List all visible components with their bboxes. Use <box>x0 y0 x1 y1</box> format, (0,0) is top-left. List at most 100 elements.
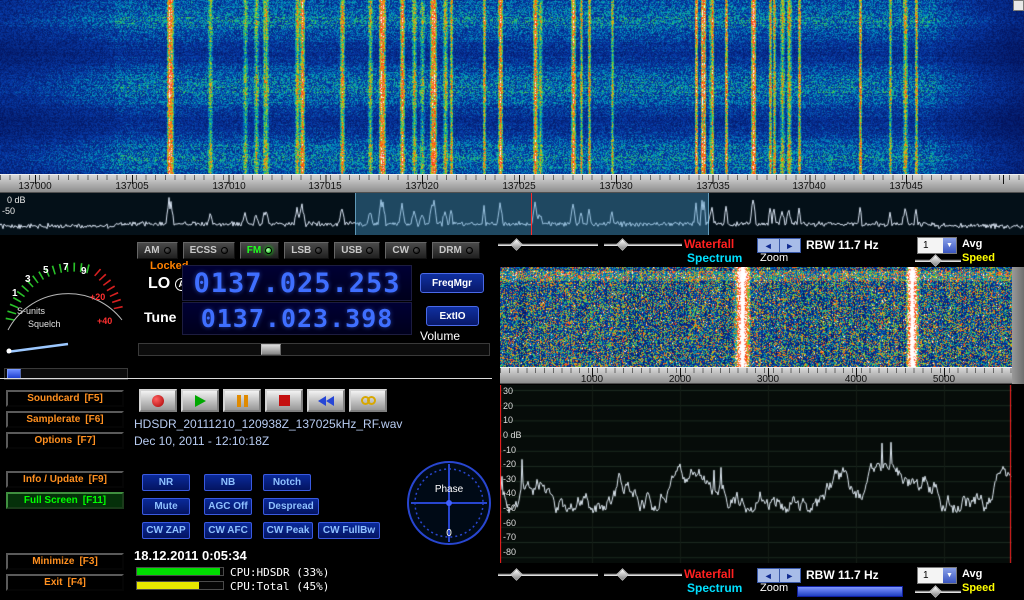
slider-thumb[interactable] <box>929 254 942 267</box>
slider-thumb[interactable] <box>510 238 523 251</box>
s-meter-tick: 1 <box>12 288 18 299</box>
phase-label: Phase <box>435 484 464 495</box>
button-key: [F5] <box>84 393 102 404</box>
mode-button-fm[interactable]: FM <box>240 242 279 259</box>
phase-dial[interactable]: Phase 0 <box>406 456 492 550</box>
minimize-button[interactable]: Minimize[F3] <box>6 553 124 570</box>
mode-button-usb[interactable]: USB <box>334 242 380 259</box>
af-ruler-label: 3000 <box>757 374 779 384</box>
main-frequency-ruler[interactable]: 137000 137005 137010 137015 137020 13702… <box>0 174 1024 193</box>
zoom-out-button[interactable]: ◄ <box>758 569 780 582</box>
nb-button[interactable]: NB <box>204 474 252 491</box>
avg-dropdown-bottom[interactable]: 1 ▼ <box>917 567 957 584</box>
cw-fullbw-button[interactable]: CW FullBw <box>318 522 380 539</box>
button-label: Samplerate <box>26 414 80 425</box>
pause-button[interactable] <box>223 389 261 412</box>
main-spectrum[interactable]: 0 dB -50 <box>0 193 1024 235</box>
squelch-label: Squelch <box>28 319 61 329</box>
s-meter-tick: 5 <box>43 265 49 276</box>
play-button[interactable] <box>181 389 219 412</box>
zoom-label-bottom: Zoom <box>760 582 788 594</box>
af-waterfall[interactable] <box>500 267 1012 367</box>
spectrum-label-bottom[interactable]: Spectrum <box>687 581 742 595</box>
agc-button[interactable]: AGC Off <box>204 498 252 515</box>
stop-icon <box>279 395 290 406</box>
mode-button-cw[interactable]: CW <box>385 242 427 259</box>
samplerate-button[interactable]: Samplerate [F6] <box>6 411 124 428</box>
volume-slider[interactable] <box>138 343 490 356</box>
cw-afc-button[interactable]: CW AFC <box>204 522 252 539</box>
slider-thumb[interactable] <box>616 568 629 581</box>
speed-slider-top[interactable] <box>915 255 961 267</box>
options-button[interactable]: Options[F7] <box>6 432 124 449</box>
panel-divider <box>0 378 492 379</box>
brightness-slider-bottom[interactable] <box>498 569 598 581</box>
button-label: Full Screen <box>24 495 78 506</box>
mode-label: ECSS <box>190 245 217 256</box>
mode-led-icon <box>315 247 322 254</box>
button-key: [F9] <box>89 474 107 485</box>
slider-thumb[interactable] <box>616 238 629 251</box>
tune-frequency-display[interactable]: 0137.023.398 <box>182 302 412 335</box>
af-spectrum[interactable] <box>500 385 1012 563</box>
zoom-range-bar[interactable] <box>797 586 903 597</box>
right-scroll-strip[interactable] <box>1012 267 1024 384</box>
s-meter-plus40: +40 <box>97 316 112 326</box>
button-key: [F11] <box>83 495 106 506</box>
loop-button[interactable] <box>349 389 387 412</box>
button-key: [F4] <box>68 577 86 588</box>
cpu-total-text: CPU:Total (45%) <box>230 580 329 593</box>
mute-button[interactable]: Mute <box>142 498 190 515</box>
af-frequency-ruler[interactable]: 1000 2000 3000 4000 5000 <box>500 367 1012 384</box>
contrast-slider-bottom[interactable] <box>604 569 682 581</box>
avg-dropdown-top[interactable]: 1 ▼ <box>917 237 957 254</box>
slider-thumb[interactable] <box>929 585 942 598</box>
af-ruler-label: 4000 <box>845 374 867 384</box>
slider-thumb[interactable] <box>510 568 523 581</box>
chevron-down-icon[interactable]: ▼ <box>943 568 956 583</box>
cw-zap-button[interactable]: CW ZAP <box>142 522 190 539</box>
notch-button[interactable]: Notch <box>263 474 311 491</box>
volume-slider-thumb[interactable] <box>261 344 281 355</box>
zoom-in-button[interactable]: ► <box>780 569 801 582</box>
mode-button-ecss[interactable]: ECSS <box>183 242 235 259</box>
mode-label: DRM <box>439 245 462 256</box>
s-meter[interactable]: 1 3 5 7 9 +20 +40 S-units Squelch <box>4 240 132 364</box>
exit-button[interactable]: Exit[F4] <box>6 574 124 591</box>
record-button[interactable] <box>139 389 177 412</box>
cpu-hdsdr-bar <box>136 567 224 576</box>
button-key: [F6] <box>85 414 103 425</box>
button-key: [F3] <box>79 556 97 567</box>
brightness-slider-top[interactable] <box>498 239 598 251</box>
despread-button[interactable]: Despread <box>263 498 319 515</box>
zoom-in-button[interactable]: ► <box>780 239 801 252</box>
rewind-button[interactable] <box>307 389 345 412</box>
stop-button[interactable] <box>265 389 303 412</box>
chevron-down-icon[interactable]: ▼ <box>943 238 956 253</box>
mode-label: CW <box>392 245 409 256</box>
info-update-button[interactable]: Info / Update[F9] <box>6 471 124 488</box>
cw-peak-button[interactable]: CW Peak <box>263 522 313 539</box>
extio-button[interactable]: ExtIO <box>426 306 479 326</box>
phase-value: 0 <box>446 528 452 539</box>
zoom-out-button[interactable]: ◄ <box>758 239 780 252</box>
nr-button[interactable]: NR <box>142 474 190 491</box>
fullscreen-button[interactable]: Full Screen [F11] <box>6 492 124 509</box>
mode-button-lsb[interactable]: LSB <box>284 242 329 259</box>
mode-led-icon <box>221 247 228 254</box>
soundcard-button[interactable]: Soundcard[F5] <box>6 390 124 407</box>
zoom-label-top: Zoom <box>760 252 788 264</box>
main-waterfall[interactable] <box>0 0 1024 174</box>
freqmgr-button[interactable]: FreqMgr <box>420 273 484 293</box>
spectrum-label-top[interactable]: Spectrum <box>687 251 742 265</box>
waterfall-label-bottom[interactable]: Waterfall <box>684 567 734 581</box>
contrast-slider-top[interactable] <box>604 239 682 251</box>
mode-button-am[interactable]: AM <box>137 242 178 259</box>
waterfall-label-top[interactable]: Waterfall <box>684 237 734 251</box>
mode-button-drm[interactable]: DRM <box>432 242 480 259</box>
waterfall-scroll-button[interactable] <box>1013 0 1024 11</box>
speed-slider-bottom[interactable] <box>915 586 961 598</box>
lo-frequency-display[interactable]: 0137.025.253 <box>182 265 412 301</box>
freq-ruler-label: 137040 <box>792 181 825 192</box>
zoom-passband-highlight[interactable] <box>355 193 709 235</box>
